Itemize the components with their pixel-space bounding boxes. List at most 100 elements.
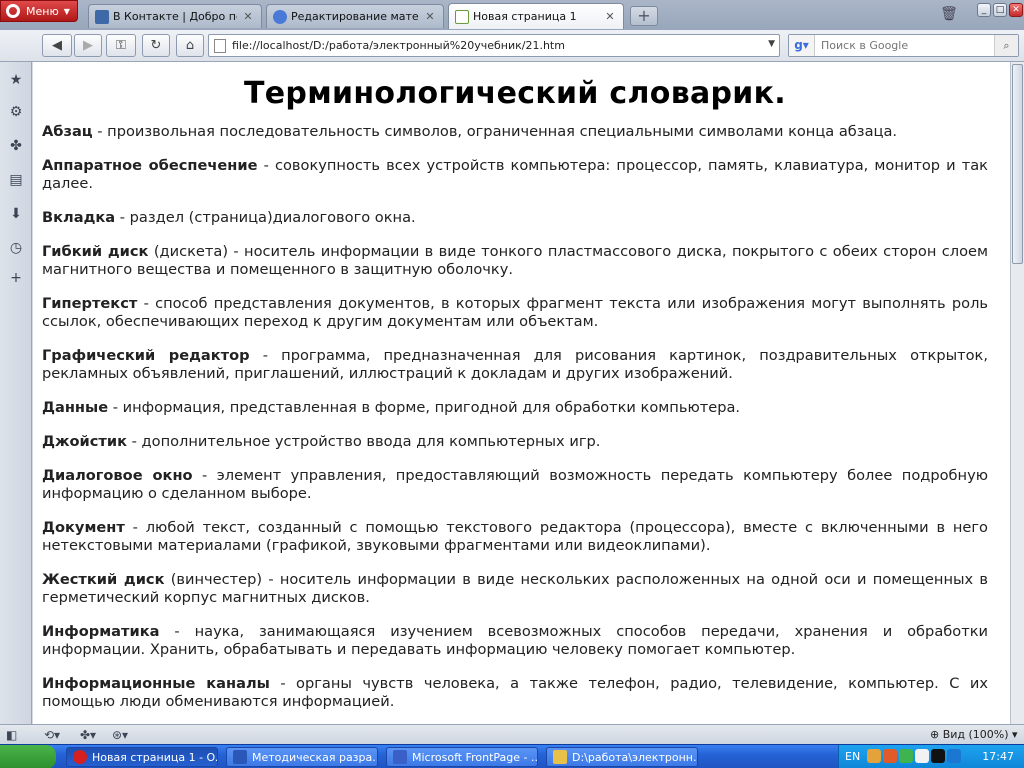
search-icon[interactable]: ⌕ (994, 35, 1018, 56)
scrollbar-thumb[interactable] (1012, 64, 1023, 264)
page-icon (455, 9, 469, 24)
chevron-down-icon[interactable]: ▼ (768, 39, 775, 49)
add-panel-icon[interactable]: + (6, 268, 26, 288)
search-box[interactable]: g▾ ⌕ (788, 34, 1019, 57)
chevron-down-icon: ▾ (1008, 728, 1018, 741)
back-button[interactable]: ◀ (42, 34, 72, 57)
google-icon[interactable]: g▾ (789, 35, 815, 56)
panel-toggle-icon[interactable]: ◧ (6, 727, 17, 743)
start-button[interactable] (0, 745, 56, 768)
chevron-down-icon: ▼ (63, 6, 70, 16)
turbo-icon[interactable]: ✤▾ (80, 727, 96, 743)
history-icon[interactable]: ◷ (6, 238, 26, 258)
term-name: Жесткий диск (42, 571, 165, 588)
widgets-icon[interactable]: ⚙ (6, 102, 26, 122)
side-panel: ★ ⚙ ✤ ▤ ⬇ ◷ + (0, 62, 32, 724)
term-name: Документ (42, 519, 125, 536)
page-title: Терминологический словарик. (244, 76, 786, 111)
tab-title: Новая страница 1 (473, 10, 577, 23)
term-definition: - дополнительное устройство ввода для ко… (127, 433, 601, 450)
taskbar-item-explorer[interactable]: D:\работа\электронн... (546, 747, 698, 767)
task-label: Методическая разра... (252, 750, 378, 764)
glossary-entry: Информационные каналы - органы чувств че… (42, 675, 988, 711)
glossary-entry: Абзац - произвольная последовательность … (42, 123, 988, 141)
tray-app-icon[interactable] (915, 749, 929, 763)
tab-new-page[interactable]: Новая страница 1 ✕ (448, 3, 624, 29)
reload-button[interactable]: ↻ (142, 34, 170, 57)
term-name: Данные (42, 399, 109, 416)
tab-title: В Контакте | Добро по... (113, 10, 237, 23)
task-label: Microsoft FrontPage - ... (412, 750, 538, 764)
minimize-button[interactable]: _ (977, 3, 991, 17)
home-button[interactable]: ⌂ (176, 34, 204, 57)
zoom-icon: ⊕ (930, 728, 943, 741)
term-name: Графический редактор (42, 347, 250, 364)
term-name: Вкладка (42, 209, 116, 226)
language-indicator[interactable]: EN (845, 750, 860, 763)
term-name: Гибкий диск (42, 243, 149, 260)
term-definition: - произвольная последовательность символ… (92, 123, 898, 140)
term-name: Гипертекст (42, 295, 138, 312)
tab-title: Редактирование матер... (291, 10, 419, 23)
glossary-entry: Диалоговое окно - элемент управления, пр… (42, 467, 988, 503)
tab-vkontakte[interactable]: В Контакте | Добро по... ✕ (88, 4, 262, 28)
volume-icon[interactable] (947, 749, 961, 763)
windows-taskbar: Новая страница 1 - O... Методическая раз… (0, 744, 1024, 768)
term-definition: - раздел (страница)диалогового окна. (115, 209, 416, 226)
key-icon[interactable]: ⚿ (106, 34, 136, 57)
term-definition: - информация, представленная в форме, пр… (108, 399, 741, 416)
glossary-entry: Вкладка - раздел (страница)диалогового о… (42, 209, 988, 227)
term-definition: (дискета) - носитель информации в виде т… (42, 243, 988, 278)
tray-app-icon[interactable] (899, 749, 913, 763)
opera-menu-button[interactable]: Меню ▼ (0, 0, 78, 22)
address-bar[interactable]: file://localhost/D:/работа/электронный%2… (208, 34, 780, 57)
term-definition: - способ представления документов, в кот… (42, 295, 988, 330)
glossary-entry: Гипертекст - способ представления докуме… (42, 295, 988, 331)
glossary-entry: Гибкий диск (дискета) - носитель информа… (42, 243, 988, 279)
task-label: Новая страница 1 - O... (92, 750, 218, 764)
page-content: Терминологический словарик. Абзац - прои… (33, 62, 1010, 724)
new-tab-button[interactable]: + (630, 6, 658, 26)
close-tab-icon[interactable]: ✕ (423, 10, 437, 24)
tab-editing[interactable]: Редактирование матер... ✕ (266, 4, 444, 28)
edit-icon (273, 9, 287, 24)
frontpage-icon (393, 750, 407, 764)
glossary-entry: Джойстик - дополнительное устройство вво… (42, 433, 988, 451)
glossary-entry: Документ - любой текст, созданный с помо… (42, 519, 988, 555)
downloads-icon[interactable]: ⬇ (6, 204, 26, 224)
maximize-button[interactable]: □ (993, 3, 1007, 17)
term-name: Информатика (42, 623, 160, 640)
folder-icon (553, 750, 567, 764)
opera-icon (73, 750, 87, 764)
close-tab-icon[interactable]: ✕ (241, 10, 255, 24)
term-name: Диалоговое окно (42, 467, 193, 484)
term-name: Аппаратное обеспечение (42, 157, 258, 174)
taskbar-item-opera[interactable]: Новая страница 1 - O... (66, 747, 218, 767)
address-text: file://localhost/D:/работа/электронный%2… (232, 39, 565, 52)
term-name: Джойстик (42, 433, 128, 450)
unite-status-icon[interactable]: ⊛▾ (112, 727, 128, 743)
search-input[interactable] (815, 39, 994, 52)
trash-icon[interactable]: 🗑 (940, 6, 958, 24)
vk-icon (95, 9, 109, 24)
close-tab-icon[interactable]: ✕ (603, 10, 617, 24)
bookmarks-icon[interactable]: ★ (6, 70, 26, 90)
tray-app-icon[interactable] (931, 749, 945, 763)
taskbar-item-word[interactable]: Методическая разра... (226, 747, 378, 767)
tray-app-icon[interactable] (883, 749, 897, 763)
forward-button[interactable]: ▶ (74, 34, 102, 57)
unite-icon[interactable]: ✤ (6, 136, 26, 156)
glossary-entry: Информатика - наука, занимающаяся изучен… (42, 623, 988, 659)
system-tray: EN 17:47 (838, 745, 1024, 768)
glossary-entry: Аппаратное обеспечение - совокупность вс… (42, 157, 988, 193)
clock[interactable]: 17:47 (982, 750, 1014, 763)
sync-icon[interactable]: ⟲▾ (44, 727, 60, 743)
opera-logo-icon (6, 4, 20, 18)
close-window-button[interactable]: ✕ (1009, 3, 1023, 17)
taskbar-item-frontpage[interactable]: Microsoft FrontPage - ... (386, 747, 538, 767)
tray-app-icon[interactable] (867, 749, 881, 763)
notes-icon[interactable]: ▤ (6, 170, 26, 190)
term-name: Абзац (42, 123, 93, 140)
vertical-scrollbar[interactable] (1010, 62, 1024, 724)
zoom-control[interactable]: ⊕ Вид (100%) ▾ (930, 727, 1018, 743)
